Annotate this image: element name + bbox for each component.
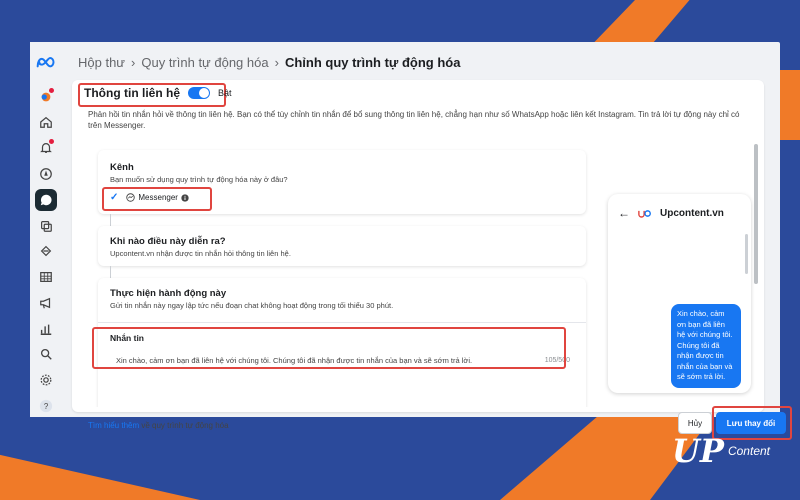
connector-line [110, 266, 111, 278]
channel-title: Kênh [110, 162, 134, 173]
preview-message-bubble: Xin chào, cảm ơn bạn đã liên hệ với chún… [671, 304, 741, 388]
pages-icon[interactable] [35, 215, 57, 237]
toggle-label: Bật [218, 88, 232, 98]
breadcrumb-separator: › [131, 55, 136, 70]
bell-icon[interactable] [35, 137, 57, 159]
notification-dot [49, 87, 54, 93]
description: Phản hồi tin nhắn hỏi về thông tin liên … [88, 110, 740, 130]
meta-logo-icon[interactable] [35, 52, 57, 74]
preview-header: ← Upcontent.vn [608, 194, 751, 232]
inbox-icon[interactable] [35, 86, 57, 108]
home-icon[interactable] [35, 112, 57, 134]
breadcrumb: Hộp thư › Quy trình tự động hóa › Chỉnh … [78, 55, 460, 70]
breadcrumb-inbox[interactable]: Hộp thư [78, 55, 125, 70]
app-window: ? Hộp thư › Quy trình tự động hóa › Chỉn… [30, 42, 792, 440]
brand-word: Content [727, 444, 770, 458]
trigger-title: Khi nào điều này diễn ra? [110, 236, 226, 247]
breadcrumb-automation[interactable]: Quy trình tự động hóa [141, 55, 268, 70]
upcontent-logo-icon [638, 209, 651, 218]
table-icon[interactable] [35, 266, 57, 288]
highlight-box [102, 187, 212, 211]
brand-logo: UP Content [672, 432, 770, 470]
help-icon[interactable]: ? [35, 395, 57, 417]
learn-more-link[interactable]: Tìm hiểu thêm [88, 421, 139, 430]
panel-scrollbar[interactable] [754, 144, 758, 284]
connector-line [110, 214, 111, 226]
notification-dot [49, 139, 54, 145]
learn-more-text: Tìm hiểu thêm về quy trình tự động hóa [88, 421, 229, 430]
trigger-text: Upcontent.vn nhận được tin nhắn hỏi thôn… [110, 249, 291, 258]
page-title: Thông tin liên hệ [84, 86, 180, 100]
search-icon[interactable] [35, 344, 57, 366]
divider [98, 322, 586, 323]
preview-page-name: Upcontent.vn [660, 207, 724, 219]
chat-icon[interactable] [35, 188, 57, 211]
chart-icon[interactable] [35, 318, 57, 340]
megaphone-icon[interactable] [35, 292, 57, 314]
breadcrumb-current: Chỉnh quy trình tự động hóa [284, 55, 461, 70]
save-button[interactable]: Lưu thay đổi [716, 412, 786, 434]
preview-scrollbar[interactable] [745, 234, 748, 274]
bg-shape-orange-left [0, 454, 200, 500]
action-title: Thực hiện hành động này [110, 288, 227, 299]
audience-icon[interactable] [35, 240, 57, 262]
messenger-preview: ← Upcontent.vn Xin chào, cảm ơn bạn đã l… [608, 194, 751, 393]
highlight-box [92, 327, 566, 369]
brand-mark: UP [672, 432, 724, 470]
gear-icon[interactable] [35, 369, 57, 391]
action-text: Gửi tin nhắn này ngay lập tức nếu đoạn c… [110, 301, 394, 310]
back-arrow-icon[interactable]: ← [618, 206, 630, 220]
automation-panel: Thông tin liên hệ Bật Phản hồi tin nhắn … [72, 80, 792, 440]
enabled-toggle[interactable] [188, 87, 210, 99]
settings-scroll-area[interactable]: Kênh Bạn muốn sử dụng quy trình tự động … [88, 144, 760, 407]
compass-icon[interactable] [35, 163, 57, 185]
title-row: Thông tin liên hệ Bật [84, 86, 232, 100]
channel-question: Bạn muốn sử dụng quy trình tự động hóa n… [110, 175, 288, 184]
breadcrumb-separator: › [274, 55, 279, 70]
sidebar: ? [30, 42, 62, 417]
trigger-card: Khi nào điều này diễn ra? Upcontent.vn n… [98, 226, 586, 266]
cancel-button[interactable]: Hủy [678, 412, 712, 434]
learn-more-rest: về quy trình tự động hóa [139, 421, 229, 430]
svg-text:?: ? [44, 402, 49, 411]
